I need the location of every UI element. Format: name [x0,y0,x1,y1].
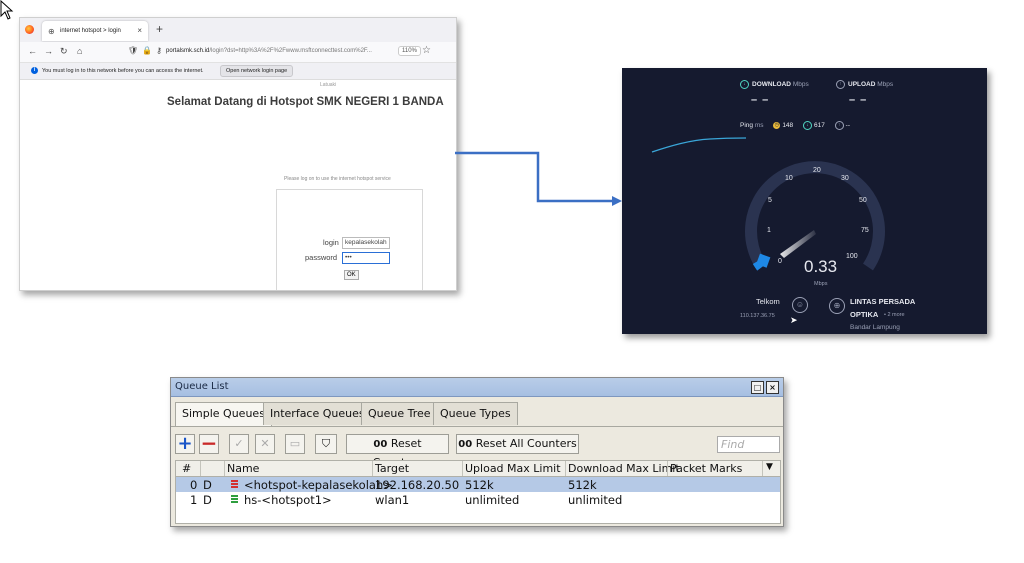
column-menu-chevron-icon[interactable]: ▼ [766,462,773,472]
close-window-button[interactable]: × [766,381,779,394]
gauge-tick-10: 10 [785,175,793,182]
reset-counters-button[interactable]: 00 Reset Counters [346,434,449,469]
table-row[interactable]: 0 D <hotspot-kepalasekolah> 192.168.20.5… [176,477,780,492]
col-packet-marks[interactable]: Packet Marks [670,462,742,475]
col-download-max-limit[interactable]: Download Max Limit [568,462,680,475]
row-target: 192.168.20.50 [375,478,460,492]
find-input[interactable]: Find [717,436,780,453]
queue-toolbar: + − ✓ ✕ ▭ ⛉ 00 Reset Counters 00 Reset A… [171,426,783,469]
ping-upload-icon: ↑ [834,121,844,130]
row-target: wlan1 [375,493,410,507]
tab-queue-types[interactable]: Queue Types [433,402,518,425]
speed-gauge: 0 1 5 10 20 30 50 75 100 0.33 Mbps [745,161,885,287]
remove-button[interactable]: − [199,433,219,454]
queue-table: # Name Target Upload Max Limit Download … [175,460,781,524]
row-flag: D [203,478,212,492]
gauge-tick-30: 30 [841,175,849,182]
row-download: 512k [568,478,597,492]
server-location: Bandar Lampung [850,324,900,331]
comment-icon[interactable]: ▭ [285,434,305,454]
col-upload-max-limit[interactable]: Upload Max Limit [465,462,561,475]
ping-download-value: 617 [813,122,825,130]
ping-idle-value: 148 [782,122,794,130]
counter-zero-icon: 00 [373,439,388,450]
col-name[interactable]: Name [227,462,259,475]
row-upload: unlimited [465,493,520,507]
speedtest-panel: ↓ DOWNLOAD Mbps ↑ UPLOAD Mbps – – – – Ping… [622,68,987,334]
gauge-tick-5: 5 [768,197,772,204]
isp-name: Telkom [756,297,780,306]
gauge-tick-0: 0 [778,258,782,265]
gauge-needle [780,230,816,258]
table-row[interactable]: 1 D hs-<hotspot1> wlan1 unlimited unlimi… [176,492,780,507]
server-name-line2[interactable]: OPTIKA [850,310,878,319]
download-header: ↓ DOWNLOAD Mbps [740,80,809,89]
queue-red-icon [231,480,238,488]
user-icon: ☺ [792,297,808,313]
ping-row: Ping ms ◷ 148 ↓ 617 ↑ -- [740,121,850,130]
tab-queue-tree[interactable]: Queue Tree [361,402,438,425]
queue-list-window: Queue List □ × Simple Queues Interface Q… [170,377,784,527]
row-flag: D [203,493,212,507]
speed-graph-line [651,137,747,153]
disable-x-icon[interactable]: ✕ [255,434,275,454]
upload-header: ↑ UPLOAD Mbps [836,80,893,89]
row-upload: 512k [465,478,494,492]
ping-idle-icon: ◷ [773,122,781,129]
gauge-tick-50: 50 [859,197,867,204]
table-header: # Name Target Upload Max Limit Download … [176,461,780,477]
gauge-tick-1: 1 [767,227,771,234]
reset-all-counters-button[interactable]: 00 Reset All Counters [456,434,579,454]
queue-title-bar: Queue List □ × [171,378,783,397]
gauge-tick-100: 100 [846,253,858,260]
server-more-link[interactable]: • 2 more [884,312,905,318]
tab-interface-queues[interactable]: Interface Queues [263,402,372,425]
row-download: unlimited [568,493,623,507]
ping-upload-value: -- [845,122,850,130]
ping-download-icon: ↓ [802,121,812,130]
enable-check-icon[interactable]: ✓ [229,434,249,454]
row-number: 0 [190,478,198,492]
maximize-button[interactable]: □ [751,381,764,394]
col-target[interactable]: Target [375,462,409,475]
queue-window-title: Queue List [175,381,229,392]
server-name-line1[interactable]: LINTAS PERSADA [850,297,915,306]
gauge-tick-75: 75 [861,227,869,234]
gauge-tick-20: 20 [813,167,821,174]
row-number: 1 [190,493,198,507]
upload-arrow-icon: ↑ [836,80,845,89]
col-number[interactable]: # [182,462,191,475]
upload-value: – – [849,94,868,106]
add-button[interactable]: + [175,434,195,454]
row-name: <hotspot-kepalasekolah> [244,478,393,492]
queue-green-icon [231,495,238,503]
row-name: hs-<hotspot1> [244,493,332,507]
download-arrow-icon: ↓ [740,80,749,89]
server-globe-icon[interactable]: ⊕ [829,298,845,314]
current-speed-value: 0.33 [804,257,837,276]
filter-icon[interactable]: ⛉ [315,434,337,454]
tab-simple-queues[interactable]: Simple Queues [175,402,272,427]
counter-zero-icon: 00 [458,439,473,450]
download-value: – – [751,94,770,106]
mouse-cursor-icon: ➤ [790,315,798,325]
current-speed-unit: Mbps [814,281,828,287]
isp-ip: 110.137.36.75 [740,313,775,319]
